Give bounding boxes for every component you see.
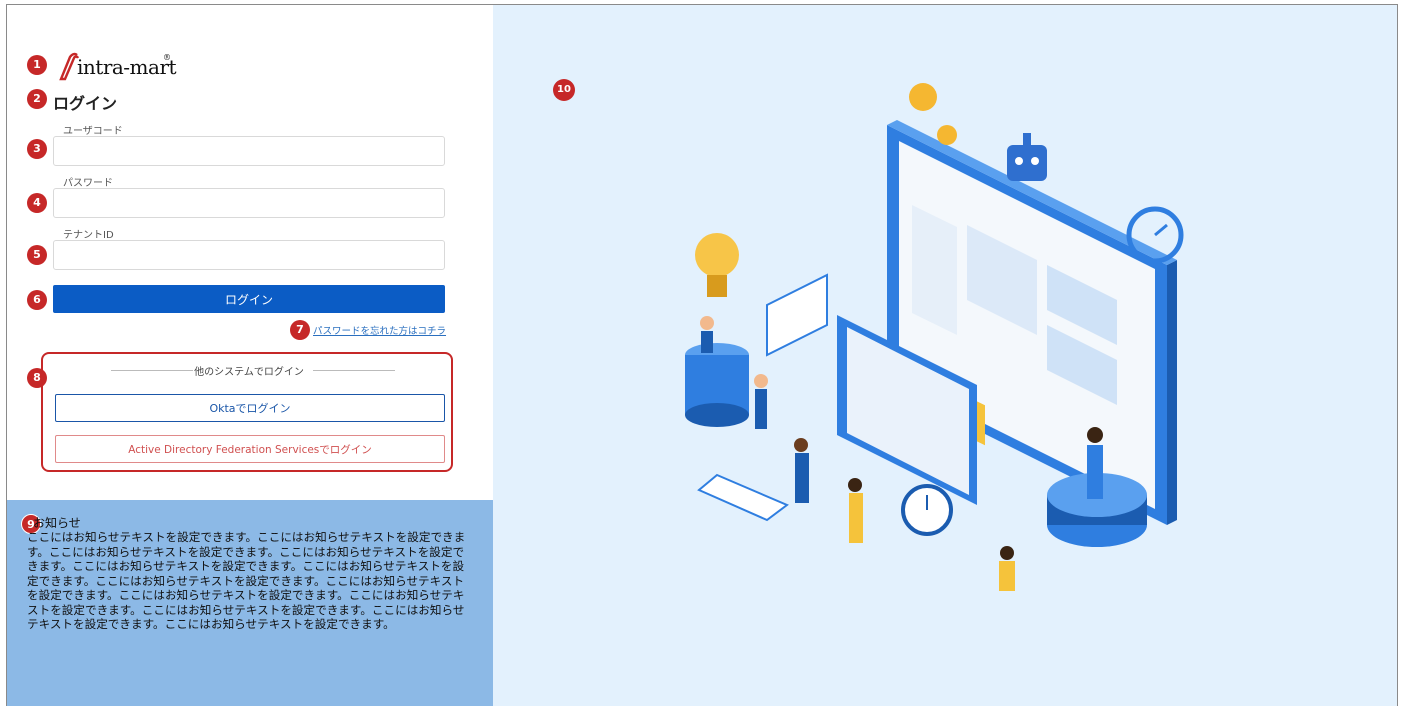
annotation-badge-3: 3: [27, 139, 47, 159]
annotation-badge-6: 6: [27, 290, 47, 310]
annotation-badge-5: 5: [27, 245, 47, 265]
user-code-input[interactable]: [53, 136, 445, 166]
adfs-login-button[interactable]: Active Directory Federation Servicesでログイ…: [55, 435, 445, 463]
forgot-password-link[interactable]: パスワードを忘れた方はコチラ: [313, 323, 446, 337]
tenant-id-label: テナントID: [63, 230, 114, 241]
divider-right: [313, 370, 395, 371]
annotation-badge-10: 10: [553, 79, 575, 101]
notice-panel: 9 お知らせ ここにはお知らせテキストを設定できます。ここにはお知らせテキストを…: [7, 500, 493, 706]
login-button[interactable]: ログイン: [53, 285, 445, 313]
other-system-login-box: 他のシステムでログイン Oktaでログイン Active Directory F…: [41, 352, 453, 472]
tenant-id-input[interactable]: [53, 240, 445, 270]
password-label: パスワード: [63, 178, 113, 189]
annotation-badge-4: 4: [27, 193, 47, 213]
user-code-label: ユーザコード: [63, 126, 123, 137]
logo-text: intra-mart: [77, 55, 177, 79]
notice-body: ここにはお知らせテキストを設定できます。ここにはお知らせテキストを設定できます。…: [27, 530, 466, 631]
login-page: 1 intra-mart ® 2 ログイン ユーザコード 3 パスワード 4 テ…: [6, 4, 1398, 706]
page-title: ログイン: [53, 94, 118, 113]
logo-registered-mark: ®: [163, 53, 171, 62]
annotation-badge-2: 2: [27, 89, 47, 109]
annotation-badge-1: 1: [27, 55, 47, 75]
illustration-panel: 10: [493, 5, 1397, 706]
password-input[interactable]: [53, 188, 445, 218]
annotation-badge-7: 7: [290, 320, 310, 340]
isometric-illustration-icon: [685, 83, 1184, 591]
annotation-badge-8: 8: [27, 368, 47, 388]
okta-login-button[interactable]: Oktaでログイン: [55, 394, 445, 422]
notice-title: お知らせ: [33, 516, 81, 530]
login-panel: 1 intra-mart ® 2 ログイン ユーザコード 3 パスワード 4 テ…: [7, 5, 493, 706]
